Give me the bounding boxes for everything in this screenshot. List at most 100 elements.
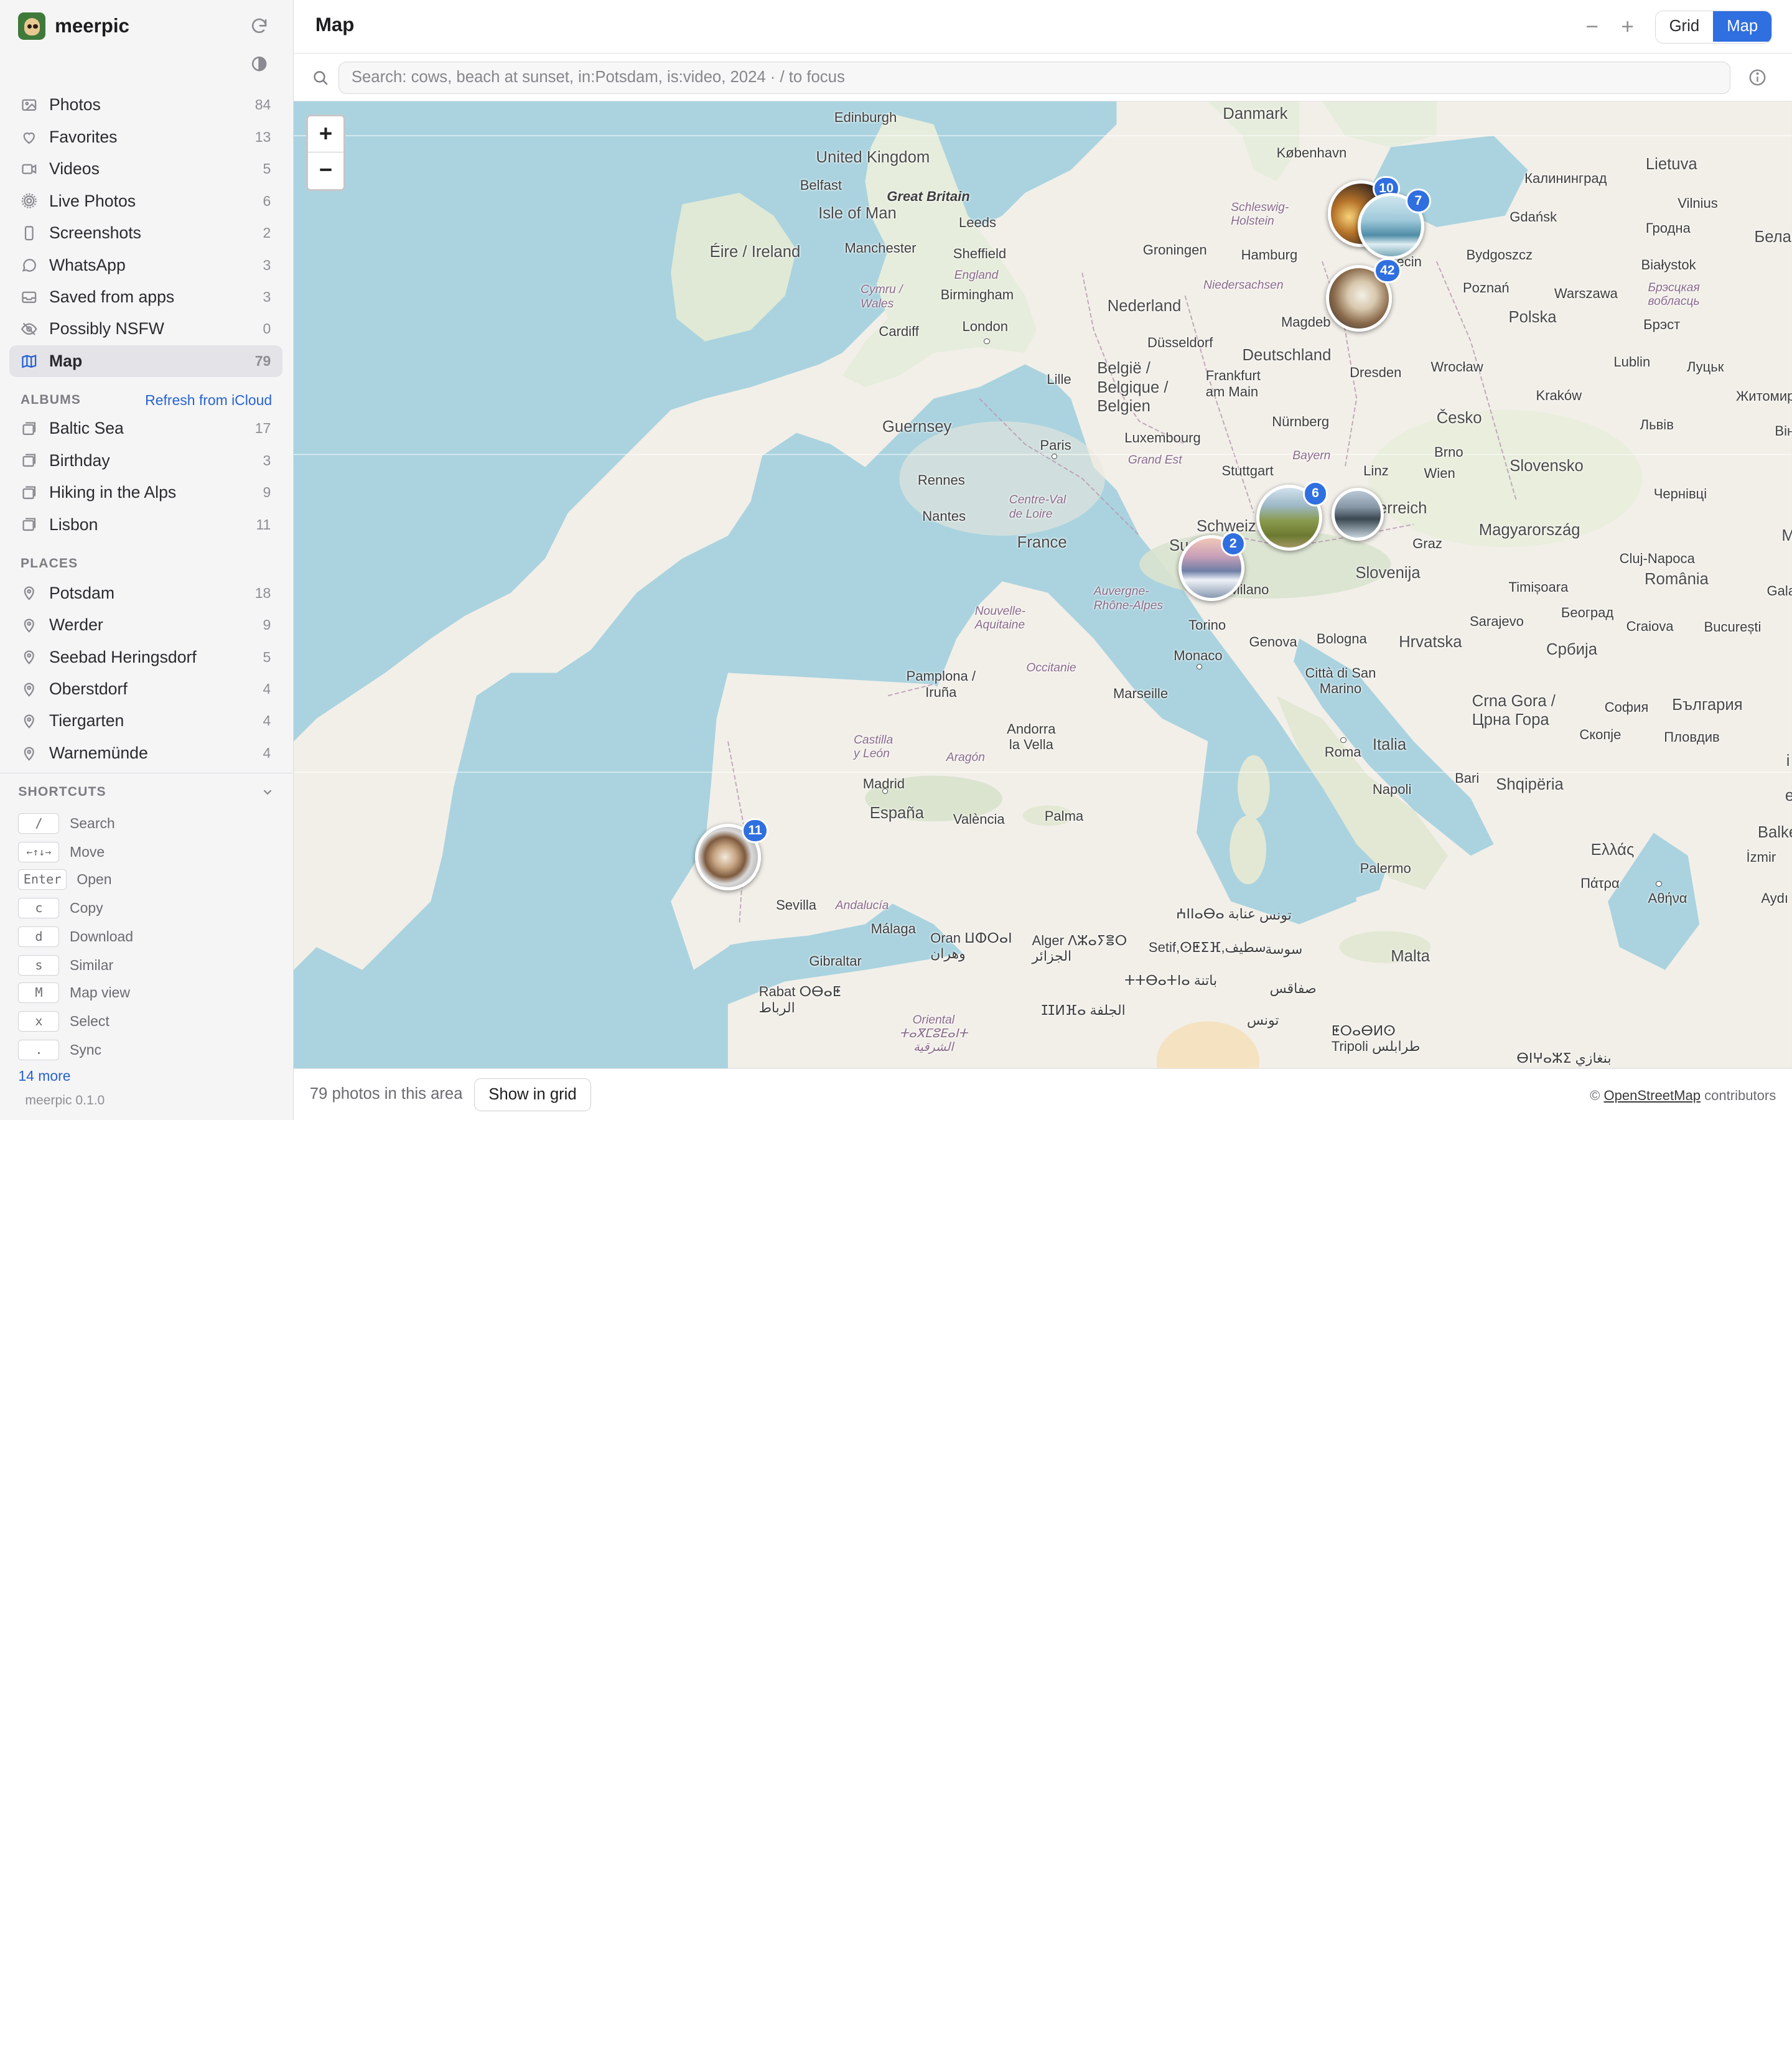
nav-label: Photos — [49, 95, 101, 114]
map-label: Luxembourg — [1124, 429, 1201, 445]
more-shortcuts-link[interactable]: 14 more — [18, 1068, 70, 1084]
chevron-down-icon[interactable] — [261, 785, 274, 799]
nav-map[interactable]: Map 79 — [9, 345, 282, 378]
places-title: PLACES — [21, 556, 78, 571]
pin-icon — [21, 584, 38, 602]
place-werder[interactable]: Werder 9 — [9, 609, 282, 641]
place-label: Tiergarten — [49, 711, 124, 730]
map-label: ⵊⵊⵍⴼⴰ الجلفة — [1041, 1002, 1126, 1018]
album-icon — [21, 452, 38, 469]
place-oberstdorf[interactable]: Oberstdorf 4 — [9, 673, 282, 705]
map-zoom-in-button[interactable]: + — [308, 116, 343, 152]
nav-possibly-nsfw[interactable]: Possibly NSFW 0 — [9, 313, 282, 345]
info-icon[interactable] — [1747, 67, 1768, 88]
map-zoom-out-button[interactable]: − — [308, 151, 343, 187]
map-label: Marseille — [1113, 686, 1169, 701]
map-label: Він — [1775, 422, 1792, 439]
map-label: Magyarország — [1478, 521, 1580, 539]
nav-favorites[interactable]: Favorites 13 — [9, 121, 282, 153]
nav-photos[interactable]: Photos 84 — [9, 89, 282, 121]
cluster-count-badge: 7 — [1406, 189, 1431, 214]
map-label: Deutschland — [1242, 346, 1332, 364]
nav-live-photos[interactable]: Live Photos 6 — [9, 185, 282, 217]
place-count: 5 — [263, 648, 271, 665]
nav-label: Videos — [49, 159, 100, 179]
shortcut-label: Map view — [70, 984, 130, 1001]
map-label: Pamplona / Iruña — [906, 668, 976, 700]
album-lisbon[interactable]: Lisbon 11 — [9, 508, 282, 540]
shortcut-key: M — [18, 982, 60, 1003]
place-label: Warnemünde — [49, 743, 148, 762]
refresh-icloud-link[interactable]: Refresh from iCloud — [145, 392, 272, 409]
map-label: Србија — [1546, 641, 1597, 659]
map-view-button[interactable]: Map — [1713, 11, 1772, 42]
show-in-grid-button[interactable]: Show in grid — [474, 1078, 591, 1112]
place-warnemuende[interactable]: Warnemünde 4 — [9, 737, 282, 769]
map-label: France — [1017, 533, 1067, 551]
map-label: Aydı — [1761, 890, 1789, 906]
map-label: Slovensko — [1510, 457, 1584, 475]
shortcut-select: x Select — [18, 1010, 110, 1033]
album-hiking-in-the-alps[interactable]: Hiking in the Alps 9 — [9, 477, 282, 508]
shortcuts-header[interactable]: SHORTCUTS — [18, 785, 274, 800]
map-label: Београд — [1561, 604, 1614, 620]
map-label: België / Belgique / Belgien — [1097, 359, 1169, 416]
theme-toggle-icon[interactable] — [248, 52, 271, 75]
map-label: Magdeb — [1281, 314, 1331, 330]
map-label: România — [1645, 570, 1709, 588]
search-input[interactable] — [338, 62, 1730, 94]
map-label: Belfast — [800, 177, 842, 193]
map-label: Stuttgart — [1221, 462, 1274, 478]
shortcuts-title: SHORTCUTS — [18, 784, 106, 799]
shortcut-open: Enter Open — [18, 868, 111, 891]
minus-icon[interactable] — [1580, 15, 1603, 38]
nav-screenshots[interactable]: Screenshots 2 — [9, 217, 282, 249]
map-view[interactable]: Danmark København Edinburgh United Kingd… — [294, 101, 1792, 1069]
album-baltic-sea[interactable]: Baltic Sea 17 — [9, 413, 282, 444]
shortcut-label: Similar — [70, 956, 114, 973]
album-label: Baltic Sea — [49, 419, 124, 438]
map-label: Timișoara — [1508, 579, 1569, 595]
map-attribution: © OpenStreetMap contributors — [1590, 1088, 1776, 1104]
shortcut-key: d — [18, 926, 60, 947]
map-label: ⵟⵔⴰⴱⵍⵙ Tripoli طرابلس — [1331, 1022, 1421, 1055]
album-birthday[interactable]: Birthday 3 — [9, 444, 282, 476]
place-seebad-heringsdorf[interactable]: Seebad Heringsdorf 5 — [9, 641, 282, 673]
map-label: ⵄⵏⵏⴰⴱⴰ عنابة — [1175, 906, 1256, 922]
nav-videos[interactable]: Videos 5 — [9, 153, 282, 185]
map-label: Rabat ⵔⴱⴰⵟ الرباط — [758, 984, 841, 1015]
album-icon — [21, 516, 38, 533]
map-label: Vilnius — [1678, 195, 1718, 212]
place-tiergarten[interactable]: Tiergarten 4 — [9, 705, 282, 737]
attribution-prefix: © — [1590, 1087, 1600, 1103]
chat-bubble-icon — [21, 256, 38, 274]
map-label: Linz — [1363, 462, 1389, 478]
map-label: Bari — [1455, 770, 1480, 786]
nav-whatsapp[interactable]: WhatsApp 3 — [9, 249, 282, 281]
map-label: Malta — [1391, 947, 1430, 965]
map-label: Česko — [1436, 409, 1482, 427]
nav-saved-from-apps[interactable]: Saved from apps 3 — [9, 281, 282, 313]
place-potsdam[interactable]: Potsdam 18 — [9, 577, 282, 609]
map-label: Гродна — [1645, 220, 1691, 236]
sidebar: meerpic Photos 84 Favorites 13 Videos 5 — [0, 0, 294, 1120]
map-label: Wrocław — [1430, 358, 1483, 375]
places-nav: Potsdam 18 Werder 9 Seebad Heringsdorf 5… — [9, 577, 282, 770]
map-label: Poznań — [1462, 279, 1510, 296]
map-label: Gdańsk — [1510, 209, 1557, 225]
refresh-icon[interactable] — [248, 15, 271, 38]
grid-view-button[interactable]: Grid — [1655, 11, 1714, 42]
nav-count: 6 — [263, 192, 271, 209]
map-label: Craiova — [1626, 618, 1674, 634]
pin-icon — [21, 681, 38, 698]
nav-count: 3 — [263, 256, 271, 273]
openstreetmap-link[interactable]: OpenStreetMap — [1603, 1088, 1701, 1103]
nav-count: 5 — [263, 161, 271, 177]
photo-cluster-alps-west[interactable] — [1331, 488, 1384, 541]
brand[interactable]: meerpic — [18, 12, 129, 40]
map-label: Éire / Ireland — [709, 243, 801, 261]
map-label: Wien — [1424, 465, 1455, 481]
plus-icon[interactable] — [1616, 15, 1639, 38]
map-label: Калининград — [1524, 170, 1607, 186]
nav-count: 84 — [254, 96, 271, 113]
